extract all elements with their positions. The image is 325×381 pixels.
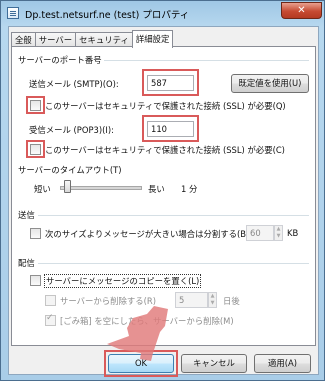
dialog-window: Dp.test.netsurf.ne (test) プロパティ ✕ 全般 サーバ…	[0, 0, 325, 381]
smtp-port-label: 送信メール (SMTP)(O):	[29, 79, 119, 89]
dialog-client: 全般 サーバー セキュリティ 詳細設定 サーバーのポート番号 送信メール (SM…	[8, 26, 319, 377]
advanced-settings-panel: サーバーのポート番号 送信メール (SMTP)(O): 587 既定値を使用(U…	[11, 46, 316, 346]
window-title: Dp.test.netsurf.ne (test) プロパティ	[25, 10, 190, 21]
remove-deleted-checkbox[interactable]	[45, 313, 56, 326]
split-size-spinner[interactable]: ▲ ▼	[274, 225, 283, 241]
title-bar[interactable]: Dp.test.netsurf.ne (test) プロパティ ✕	[1, 1, 324, 26]
remove-after-days-input[interactable]: 5	[175, 292, 208, 308]
tab-security[interactable]: セキュリティ	[75, 32, 133, 47]
pop3-port-label: 受信メール (POP3)(I):	[29, 125, 114, 135]
timeout-slider-track[interactable]	[60, 186, 142, 190]
timeout-value: 1 分	[181, 184, 198, 194]
apply-button[interactable]: 適用(A)	[254, 354, 311, 373]
server-ports-heading: サーバーのポート番号	[18, 55, 102, 65]
remove-after-label[interactable]: サーバーから削除する(R)	[60, 295, 156, 307]
tab-server[interactable]: サーバー	[34, 32, 77, 47]
delivery-heading: 配信	[18, 258, 35, 268]
timeout-heading: サーバーのタイムアウト(T)	[18, 165, 122, 175]
remove-after-checkbox[interactable]	[45, 295, 56, 306]
tab-general[interactable]: 全般	[11, 32, 36, 47]
timeout-short-label: 短い	[34, 184, 51, 194]
section-divider	[38, 215, 309, 216]
leave-copy-checkbox[interactable]	[30, 275, 41, 286]
tab-advanced[interactable]: 詳細設定	[131, 30, 174, 48]
section-divider	[104, 60, 309, 61]
properties-icon	[7, 7, 19, 19]
section-divider	[38, 263, 309, 264]
use-defaults-button[interactable]: 既定値を使用(U)	[231, 74, 309, 93]
tab-strip: 全般 サーバー セキュリティ 詳細設定	[11, 30, 174, 48]
split-size-unit: KB	[287, 228, 299, 238]
smtp-ssl-label[interactable]: このサーバーはセキュリティで保護された接続 (SSL) が必要(Q)	[45, 100, 286, 112]
ok-button-highlight	[104, 350, 178, 377]
pop3-port-highlight	[142, 115, 199, 142]
remove-after-spinner[interactable]: ▲ ▼	[208, 292, 217, 308]
split-message-label[interactable]: 次のサイズよりメッセージが大きい場合は分割する(B)	[45, 228, 249, 240]
leave-copy-label[interactable]: サーバーにメッセージのコピーを置く(L)	[44, 274, 202, 288]
smtp-port-highlight	[142, 69, 199, 96]
timeout-slider-thumb[interactable]	[64, 180, 71, 193]
remove-deleted-label[interactable]: [ごみ箱] を空にしたら、サーバーから削除(M)	[60, 315, 234, 327]
split-size-input[interactable]: 60	[246, 225, 274, 241]
pop3-ssl-highlight	[26, 140, 45, 158]
smtp-ssl-highlight	[26, 96, 45, 114]
send-heading: 送信	[18, 210, 35, 220]
close-button[interactable]: ✕	[281, 2, 322, 19]
timeout-long-label: 長い	[148, 184, 165, 194]
remove-after-unit: 日後	[223, 296, 240, 306]
pop3-ssl-label[interactable]: このサーバーはセキュリティで保護された接続 (SSL) が必要(C)	[45, 144, 285, 156]
cancel-button[interactable]: キャンセル	[181, 354, 247, 373]
split-message-checkbox[interactable]	[30, 228, 41, 239]
